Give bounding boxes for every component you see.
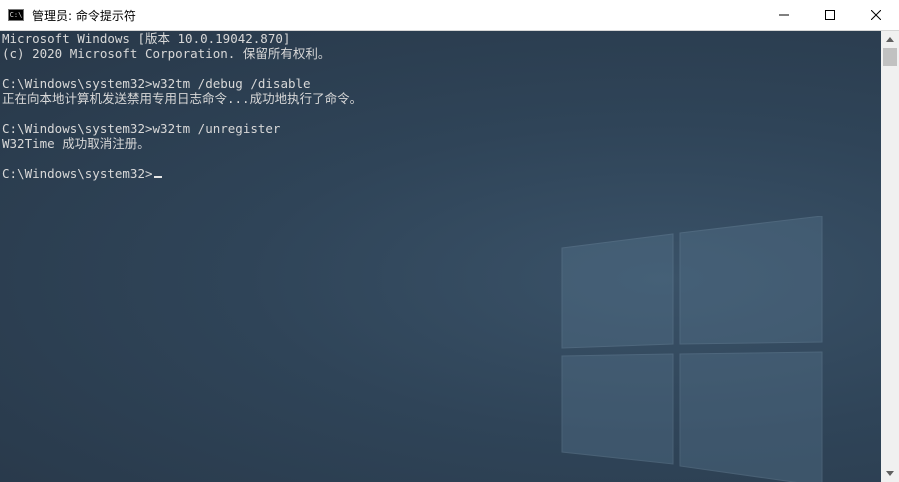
title-bar[interactable]: C:\ 管理员: 命令提示符 bbox=[0, 0, 899, 31]
scroll-up-arrow-icon bbox=[886, 37, 894, 42]
terminal-line: C:\Windows\system32>w32tm /debug /disabl… bbox=[2, 76, 311, 91]
scrollbar-thumb[interactable] bbox=[883, 48, 897, 66]
terminal-line: (c) 2020 Microsoft Corporation. 保留所有权利。 bbox=[2, 46, 331, 61]
windows-logo-watermark bbox=[561, 216, 823, 482]
vertical-scrollbar[interactable] bbox=[881, 31, 899, 482]
cmd-app-icon[interactable]: C:\ bbox=[8, 9, 24, 21]
terminal-line: W32Time 成功取消注册。 bbox=[2, 136, 150, 151]
terminal-line: C:\Windows\system32>w32tm /unregister bbox=[2, 121, 281, 136]
app-icon-glyph: C:\ bbox=[9, 10, 23, 19]
minimize-icon bbox=[779, 14, 789, 16]
scroll-up-button[interactable] bbox=[881, 31, 899, 48]
close-button[interactable] bbox=[853, 0, 899, 31]
scroll-down-button[interactable] bbox=[881, 465, 899, 482]
terminal-line: Microsoft Windows [版本 10.0.19042.870] bbox=[2, 31, 291, 46]
window-controls bbox=[761, 0, 899, 31]
command-prompt: C:\Windows\system32> bbox=[2, 166, 153, 181]
window-title: 管理员: 命令提示符 bbox=[32, 8, 136, 23]
command-prompt-line[interactable]: C:\Windows\system32> bbox=[2, 166, 362, 181]
terminal-output: Microsoft Windows [版本 10.0.19042.870] (c)… bbox=[2, 31, 362, 181]
maximize-icon bbox=[825, 10, 835, 20]
close-icon bbox=[871, 10, 881, 20]
terminal-line: 正在向本地计算机发送禁用专用日志命令...成功地执行了命令。 bbox=[2, 91, 363, 106]
scroll-down-arrow-icon bbox=[886, 471, 894, 476]
text-cursor bbox=[153, 176, 162, 178]
maximize-button[interactable] bbox=[807, 0, 853, 31]
console-area[interactable]: Microsoft Windows [版本 10.0.19042.870] (c)… bbox=[0, 31, 881, 482]
cmd-window: C:\ 管理员: 命令提示符 Microsoft Windows [版本 10.… bbox=[0, 0, 899, 482]
minimize-button[interactable] bbox=[761, 0, 807, 31]
